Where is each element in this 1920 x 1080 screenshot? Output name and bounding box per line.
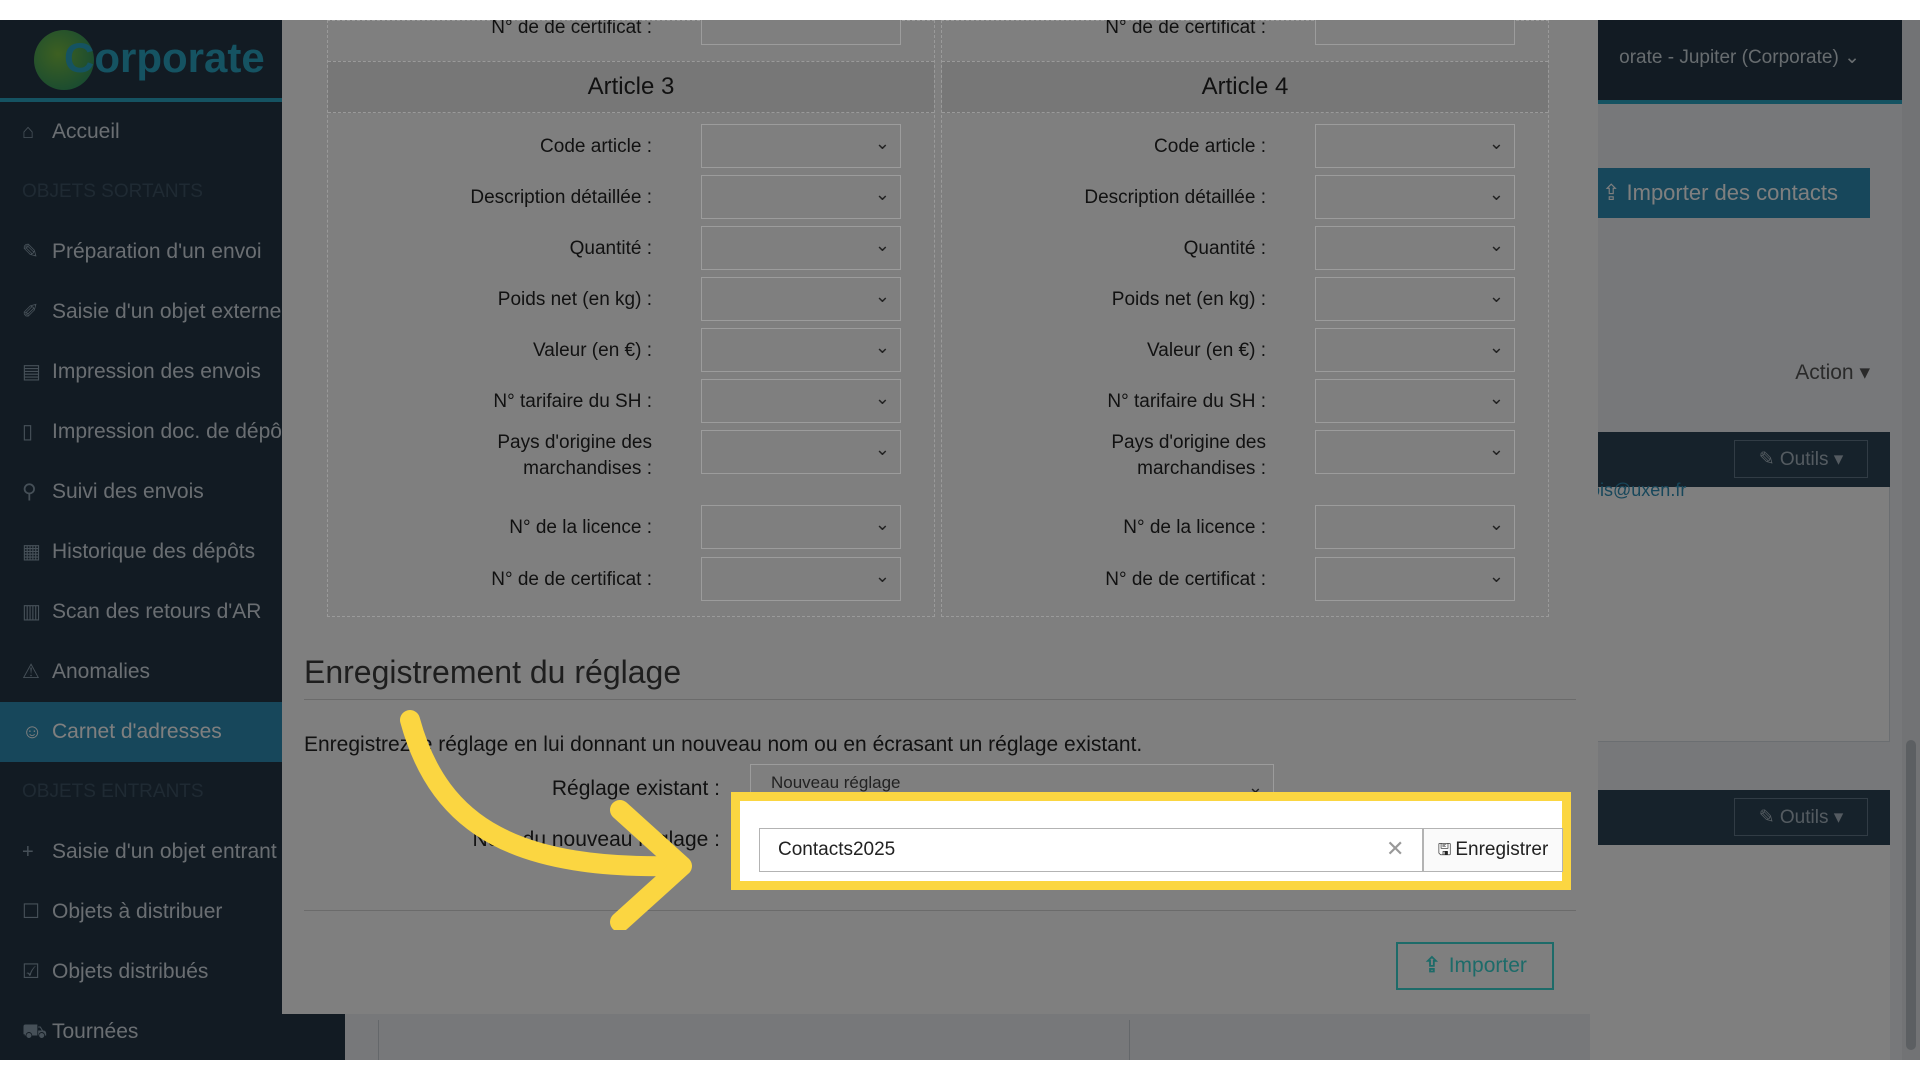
chevron-down-icon: ⌄ (874, 133, 890, 153)
chevron-down-icon: ⌄ (874, 184, 890, 204)
field-row-value: Valeur (en €) : ⌄ (942, 328, 1548, 372)
field-row-license: N° de la licence : ⌄ (328, 505, 934, 549)
floppy-disk-icon: 🖫 (1437, 842, 1452, 859)
chevron-down-icon: ⌄ (1488, 235, 1504, 255)
certificate-select-prev[interactable] (701, 20, 901, 45)
weight-select[interactable]: ⌄ (1315, 277, 1515, 321)
code-article-select[interactable]: ⌄ (701, 124, 901, 168)
highlight-box: ✕ 🖫Enregistrer (731, 792, 1571, 890)
article-title: Article 3 (328, 61, 934, 113)
field-row-certificate: N° de de certificat : ⌄ (328, 557, 934, 601)
certificate-select[interactable]: ⌄ (701, 557, 901, 601)
article-3-panel: N° de de certificat : Article 3 Code art… (327, 20, 935, 617)
chevron-down-icon: ⌄ (1488, 286, 1504, 306)
quantity-select[interactable]: ⌄ (701, 226, 901, 270)
field-row-quantity: Quantité : ⌄ (328, 226, 934, 270)
field-row-certificate: N° de de certificat : ⌄ (942, 557, 1548, 601)
certificate-select[interactable]: ⌄ (1315, 557, 1515, 601)
new-setting-name-input[interactable] (759, 828, 1423, 872)
annotation-arrow-icon (400, 710, 692, 930)
hs-select[interactable]: ⌄ (1315, 379, 1515, 423)
field-row-value: Valeur (en €) : ⌄ (328, 328, 934, 372)
hs-select[interactable]: ⌄ (701, 379, 901, 423)
upload-icon: ⇪ (1423, 954, 1441, 977)
chevron-down-icon: ⌄ (1488, 133, 1504, 153)
license-select[interactable]: ⌄ (1315, 505, 1515, 549)
field-row-code: Code article : ⌄ (942, 124, 1548, 168)
chevron-down-icon: ⌄ (1488, 337, 1504, 357)
chevron-down-icon: ⌄ (874, 286, 890, 306)
value-select[interactable]: ⌄ (1315, 328, 1515, 372)
code-article-select[interactable]: ⌄ (1315, 124, 1515, 168)
description-select[interactable]: ⌄ (1315, 175, 1515, 219)
chevron-down-icon: ⌄ (1488, 566, 1504, 586)
field-row-weight: Poids net (en kg) : ⌄ (942, 277, 1548, 321)
field-row-description: Description détaillée : ⌄ (328, 175, 934, 219)
field-row-description: Description détaillée : ⌄ (942, 175, 1548, 219)
field-row-origin: Pays d'origine des marchandises : ⌄ (328, 430, 934, 504)
article-4-panel: N° de de certificat : Article 4 Code art… (941, 20, 1549, 617)
save-button[interactable]: 🖫 Enregistrer (1423, 828, 1563, 872)
chevron-down-icon: ⌄ (874, 514, 890, 534)
value-select[interactable]: ⌄ (701, 328, 901, 372)
field-row-hs: N° tarifaire du SH : ⌄ (328, 379, 934, 423)
certificate-select-prev[interactable] (1315, 20, 1515, 45)
field-row-weight: Poids net (en kg) : ⌄ (328, 277, 934, 321)
field-row-quantity: Quantité : ⌄ (942, 226, 1548, 270)
field-row-code: Code article : ⌄ (328, 124, 934, 168)
section-title: Enregistrement du réglage (304, 654, 682, 690)
field-row-hs: N° tarifaire du SH : ⌄ (942, 379, 1548, 423)
chevron-down-icon: ⌄ (1488, 514, 1504, 534)
field-row-certificate-prev: N° de de certificat : (328, 20, 934, 65)
article-title: Article 4 (942, 61, 1548, 113)
quantity-select[interactable]: ⌄ (1315, 226, 1515, 270)
chevron-down-icon: ⌄ (1488, 439, 1504, 459)
origin-select[interactable]: ⌄ (701, 430, 901, 474)
field-row-certificate-prev: N° de de certificat : (942, 20, 1548, 65)
chevron-down-icon: ⌄ (874, 439, 890, 459)
clear-icon[interactable]: ✕ (1386, 836, 1404, 862)
weight-select[interactable]: ⌄ (701, 277, 901, 321)
field-row-license: N° de la licence : ⌄ (942, 505, 1548, 549)
screen: Corporate ⌂Accueil OBJETS SORTANTS ✎Prép… (0, 20, 1920, 1060)
chevron-down-icon: ⌄ (874, 337, 890, 357)
import-button[interactable]: ⇪ Importer (1396, 942, 1554, 990)
chevron-down-icon: ⌄ (1488, 184, 1504, 204)
chevron-down-icon: ⌄ (874, 235, 890, 255)
license-select[interactable]: ⌄ (701, 505, 901, 549)
description-select[interactable]: ⌄ (701, 175, 901, 219)
origin-select[interactable]: ⌄ (1315, 430, 1515, 474)
chevron-down-icon: ⌄ (874, 566, 890, 586)
field-row-origin: Pays d'origine des marchandises : ⌄ (942, 430, 1548, 504)
chevron-down-icon: ⌄ (1488, 388, 1504, 408)
chevron-down-icon: ⌄ (874, 388, 890, 408)
